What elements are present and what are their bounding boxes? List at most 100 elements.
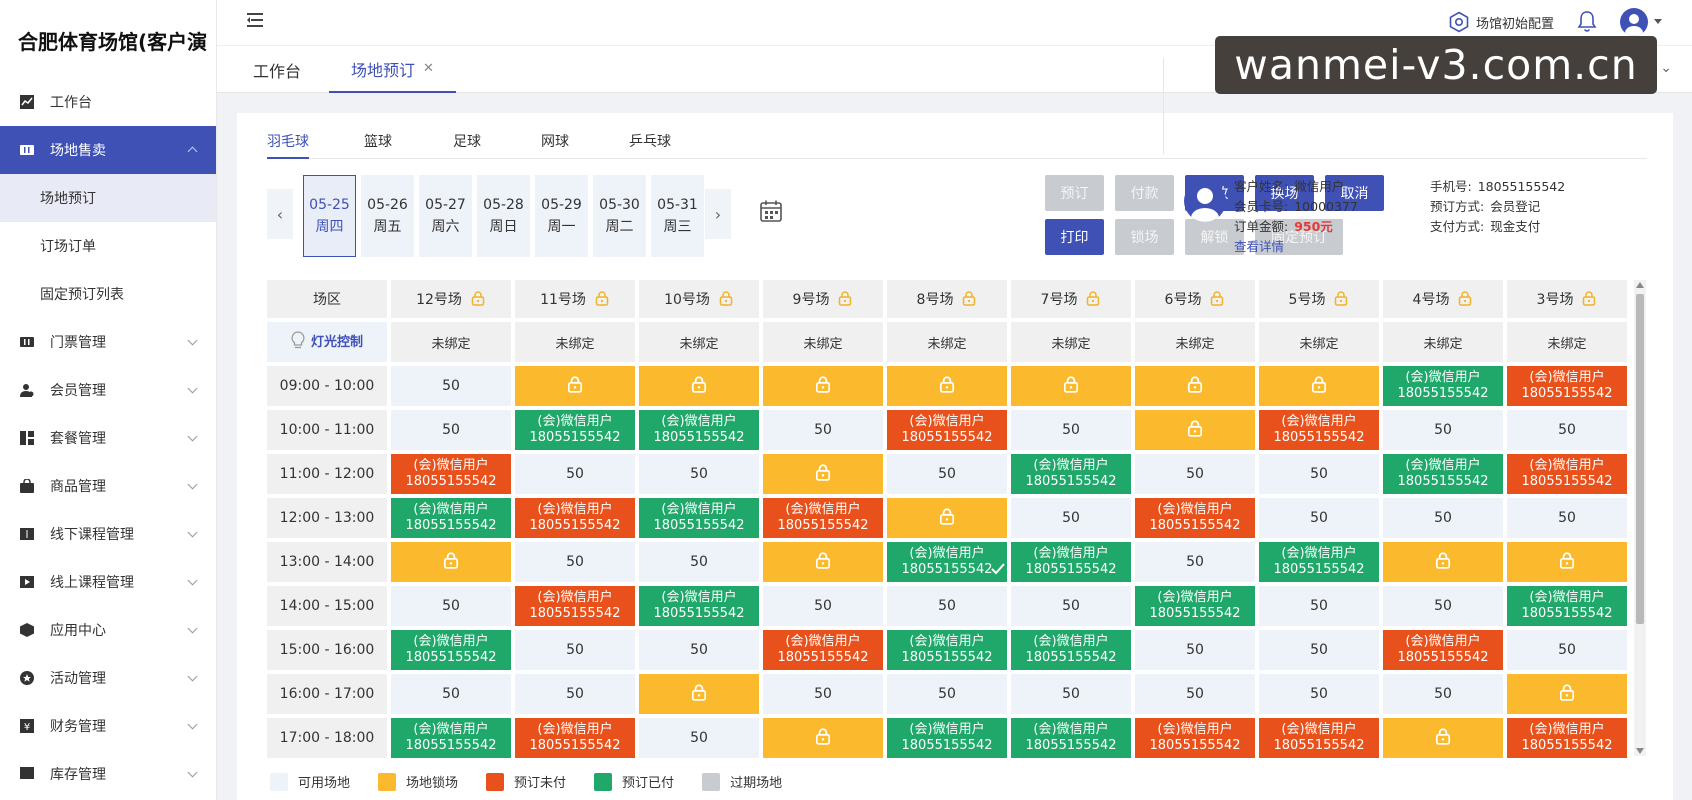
sidebar-item-8[interactable]: 应用中心 <box>0 606 216 654</box>
paid-booking-slot[interactable]: (会)微信用户 18055155542 <box>1507 586 1627 626</box>
available-slot[interactable]: 50 <box>515 630 635 670</box>
available-slot[interactable]: 50 <box>887 454 1007 494</box>
available-slot[interactable]: 50 <box>639 454 759 494</box>
available-slot[interactable]: 50 <box>1383 586 1503 626</box>
available-slot[interactable]: 50 <box>1383 498 1503 538</box>
locked-slot[interactable] <box>763 454 883 494</box>
locked-slot[interactable] <box>1135 410 1255 450</box>
locked-slot[interactable] <box>1135 366 1255 406</box>
unpaid-booking-slot[interactable]: (会)微信用户 18055155542 <box>515 586 635 626</box>
paid-booking-slot[interactable]: (会)微信用户 18055155542 <box>391 498 511 538</box>
court-header[interactable]: 9号场 <box>763 280 883 318</box>
available-slot[interactable]: 50 <box>763 586 883 626</box>
lock-icon[interactable] <box>594 290 610 310</box>
available-slot[interactable]: 50 <box>1507 410 1627 450</box>
grid-scrollbar[interactable] <box>1634 280 1646 756</box>
prev-week-button[interactable]: ‹ <box>267 189 293 239</box>
unpaid-booking-slot[interactable]: (会)微信用户 18055155542 <box>763 498 883 538</box>
locked-slot[interactable] <box>1259 366 1379 406</box>
paid-booking-slot[interactable]: (会)微信用户 18055155542 <box>391 718 511 758</box>
available-slot[interactable]: 50 <box>1259 498 1379 538</box>
locked-slot[interactable] <box>391 542 511 582</box>
unpaid-booking-slot[interactable]: (会)微信用户 18055155542 <box>1135 718 1255 758</box>
locked-slot[interactable] <box>515 366 635 406</box>
available-slot[interactable]: 50 <box>1507 630 1627 670</box>
sidebar-item-11[interactable]: 库存管理 <box>0 750 216 798</box>
available-slot[interactable]: 50 <box>1507 498 1627 538</box>
available-slot[interactable]: 50 <box>639 630 759 670</box>
sidebar-item-7[interactable]: 线上课程管理 <box>0 558 216 606</box>
available-slot[interactable]: 50 <box>391 586 511 626</box>
available-slot[interactable]: 50 <box>1383 674 1503 714</box>
paid-booking-slot[interactable]: (会)微信用户 18055155542 <box>639 498 759 538</box>
available-slot[interactable]: 50 <box>1011 498 1131 538</box>
lock-icon[interactable] <box>837 290 853 310</box>
lock-icon[interactable] <box>961 290 977 310</box>
paid-booking-slot[interactable]: (会)微信用户 18055155542 <box>1383 366 1503 406</box>
available-slot[interactable]: 50 <box>391 674 511 714</box>
sidebar-subitem-1[interactable]: 订场订单 <box>0 222 216 270</box>
pay-button[interactable]: 付款 <box>1115 175 1174 211</box>
user-menu[interactable] <box>1620 8 1662 36</box>
unpaid-booking-slot[interactable]: (会)微信用户 18055155542 <box>391 454 511 494</box>
unpaid-booking-slot[interactable]: (会)微信用户 18055155542 <box>763 630 883 670</box>
lock-icon[interactable] <box>470 290 486 310</box>
available-slot[interactable]: 50 <box>391 410 511 450</box>
lock-icon[interactable] <box>1209 290 1225 310</box>
menu-toggle-icon[interactable] <box>247 12 267 28</box>
locked-slot[interactable] <box>1507 542 1627 582</box>
available-slot[interactable]: 50 <box>1383 410 1503 450</box>
paid-booking-slot[interactable]: (会)微信用户 18055155542 <box>887 630 1007 670</box>
locked-slot[interactable] <box>887 366 1007 406</box>
unpaid-booking-slot[interactable]: (会)微信用户 18055155542 <box>1383 630 1503 670</box>
unpaid-booking-slot[interactable]: (会)微信用户 18055155542 <box>515 718 635 758</box>
unpaid-booking-slot[interactable]: (会)微信用户 18055155542 <box>1507 454 1627 494</box>
unpaid-booking-slot[interactable]: (会)微信用户 18055155542 <box>887 410 1007 450</box>
available-slot[interactable]: 50 <box>1259 674 1379 714</box>
locked-slot[interactable] <box>1011 366 1131 406</box>
paid-booking-slot[interactable]: (会)微信用户 18055155542 <box>515 410 635 450</box>
scroll-thumb[interactable] <box>1636 294 1644 624</box>
available-slot[interactable]: 50 <box>1259 454 1379 494</box>
lock-icon[interactable] <box>1581 290 1597 310</box>
court-header[interactable]: 8号场 <box>887 280 1007 318</box>
paid-booking-slot[interactable]: (会)微信用户 18055155542 <box>639 586 759 626</box>
sidebar-item-2[interactable]: 门票管理 <box>0 318 216 366</box>
date-cell[interactable]: 05-29 周一 <box>535 175 588 257</box>
available-slot[interactable]: 50 <box>1135 630 1255 670</box>
available-slot[interactable]: 50 <box>1011 410 1131 450</box>
court-header[interactable]: 3号场 <box>1507 280 1627 318</box>
available-slot[interactable]: 50 <box>1259 586 1379 626</box>
locked-slot[interactable] <box>763 718 883 758</box>
tab-venue-booking[interactable]: 场地预订 ✕ <box>329 46 456 93</box>
bell-icon[interactable] <box>1576 10 1598 34</box>
available-slot[interactable]: 50 <box>515 674 635 714</box>
locked-slot[interactable] <box>887 498 1007 538</box>
sidebar-item-3[interactable]: 会员管理 <box>0 366 216 414</box>
date-cell[interactable]: 05-27 周六 <box>419 175 472 257</box>
next-week-button[interactable]: › <box>705 189 731 239</box>
date-cell[interactable]: 05-26 周五 <box>361 175 414 257</box>
locked-slot[interactable] <box>1383 542 1503 582</box>
tab-workbench[interactable]: 工作台 <box>253 46 301 93</box>
scroll-down-icon[interactable] <box>1636 748 1644 754</box>
sidebar-subitem-0[interactable]: 场地预订 <box>0 174 216 222</box>
tab-football[interactable]: 足球 <box>453 131 481 159</box>
available-slot[interactable]: 50 <box>1135 542 1255 582</box>
lock-icon[interactable] <box>1333 290 1349 310</box>
available-slot[interactable]: 50 <box>639 718 759 758</box>
available-slot[interactable]: 50 <box>1011 674 1131 714</box>
unpaid-booking-slot[interactable]: (会)微信用户 18055155542 <box>1259 410 1379 450</box>
paid-booking-slot[interactable]: (会)微信用户 18055155542 <box>887 542 1007 582</box>
available-slot[interactable]: 50 <box>391 366 511 406</box>
venue-config-link[interactable]: 场馆初始配置 <box>1448 11 1554 33</box>
scroll-up-icon[interactable] <box>1636 282 1644 288</box>
sidebar-item-0[interactable]: 工作台 <box>0 78 216 126</box>
sidebar-item-4[interactable]: 套餐管理 <box>0 414 216 462</box>
lock-icon[interactable] <box>1457 290 1473 310</box>
available-slot[interactable]: 50 <box>763 674 883 714</box>
date-cell[interactable]: 05-25 周四 <box>303 175 356 257</box>
unpaid-booking-slot[interactable]: (会)微信用户 18055155542 <box>1507 366 1627 406</box>
tab-badminton[interactable]: 羽毛球 <box>267 131 309 159</box>
court-header[interactable]: 10号场 <box>639 280 759 318</box>
